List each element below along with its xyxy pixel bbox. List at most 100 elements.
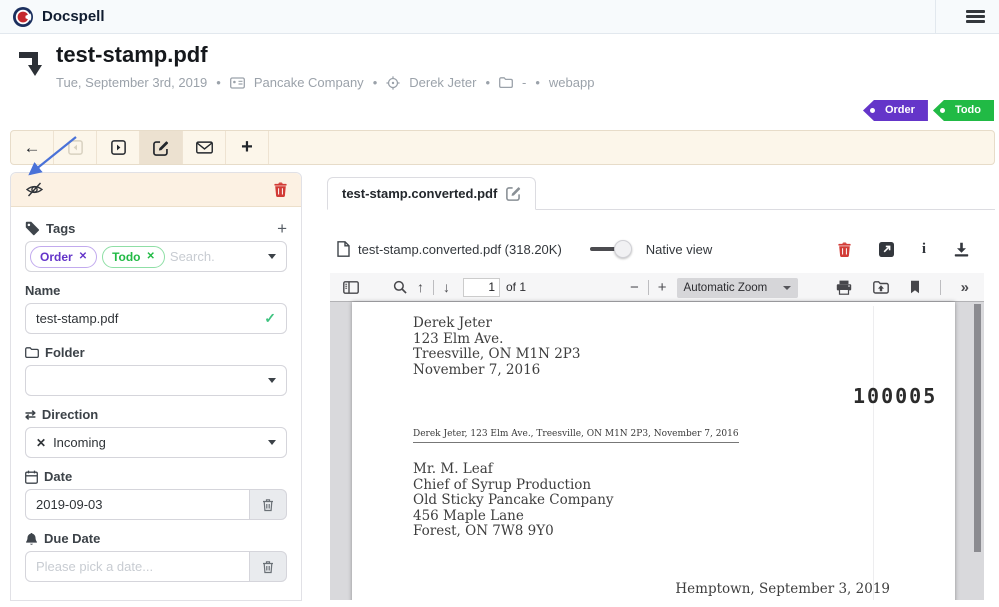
brand[interactable]: Docspell xyxy=(12,6,105,28)
info-icon[interactable]: i xyxy=(922,241,926,258)
native-view-toggle[interactable] xyxy=(590,240,632,258)
due-date-field-label: Due Date xyxy=(25,531,287,546)
delete-attachment-icon[interactable] xyxy=(838,242,851,257)
due-date-input-group xyxy=(25,551,287,582)
crosshair-icon xyxy=(386,76,400,90)
id-card-icon xyxy=(230,77,245,89)
add-tag-button[interactable]: + xyxy=(277,221,287,236)
tags-multiselect[interactable]: Order ✕ Todo ✕ Search. xyxy=(25,241,287,272)
page-number-input[interactable] xyxy=(463,278,500,297)
rename-attachment-icon[interactable] xyxy=(506,186,521,201)
eye-slash-icon[interactable] xyxy=(25,182,44,197)
attachment-actions: i xyxy=(838,241,995,258)
name-field-label: Name xyxy=(25,283,287,298)
chevron-down-icon xyxy=(268,254,276,259)
brand-label: Docspell xyxy=(42,8,105,25)
remove-tag-icon[interactable]: ✕ xyxy=(147,251,155,262)
open-file-icon[interactable] xyxy=(868,281,894,294)
calendar-icon xyxy=(25,470,38,484)
letter-recipient-block: Mr. M. Leaf Chief of Syrup Production Ol… xyxy=(413,462,614,540)
search-icon[interactable] xyxy=(388,280,412,294)
file-icon xyxy=(337,241,350,257)
tags-field-label: Tags + xyxy=(25,221,287,236)
clear-due-date-button[interactable] xyxy=(250,551,287,582)
folder-select[interactable] xyxy=(25,365,287,396)
tag-ribbons: Order Todo xyxy=(863,100,994,121)
attachment-tab[interactable]: test-stamp.converted.pdf xyxy=(327,177,536,210)
item-source: webapp xyxy=(549,75,595,90)
tag-chip-order[interactable]: Order ✕ xyxy=(30,246,97,268)
dot-separator: • xyxy=(373,75,378,90)
level-down-icon xyxy=(16,46,44,90)
folder-icon xyxy=(25,347,39,358)
date-field-label: Date xyxy=(25,469,287,484)
remove-tag-icon[interactable]: ✕ xyxy=(79,251,87,262)
docspell-logo-icon xyxy=(12,6,34,28)
direction-select[interactable]: ✕ Incoming xyxy=(25,427,287,458)
attachment-file: test-stamp.converted.pdf (318.20K) xyxy=(337,241,562,257)
dot-separator: • xyxy=(216,75,221,90)
pdf-toolbar-right: » xyxy=(831,279,976,296)
direction-value: Incoming xyxy=(53,435,106,450)
top-navbar: Docspell xyxy=(0,0,999,34)
tag-ribbon-todo[interactable]: Todo xyxy=(933,100,994,121)
pdf-scrollbar-thumb[interactable] xyxy=(974,304,981,552)
bookmark-icon[interactable] xyxy=(905,280,925,294)
item-meta: Tue, September 3rd, 2019 • Pancake Compa… xyxy=(56,75,594,90)
zoom-in-icon[interactable]: + xyxy=(653,279,672,296)
divider xyxy=(940,280,941,295)
item-header: test-stamp.pdf Tue, September 3rd, 2019 … xyxy=(16,42,594,90)
edit-item-button[interactable] xyxy=(140,131,183,164)
back-button[interactable]: ← xyxy=(11,131,54,164)
chevron-down-icon xyxy=(268,440,276,445)
menu-icon[interactable] xyxy=(966,7,985,25)
attachment-file-label: test-stamp.converted.pdf (318.20K) xyxy=(358,242,562,257)
prev-item-button[interactable] xyxy=(54,131,97,164)
trash-outline-icon xyxy=(262,560,274,574)
open-in-new-window-icon[interactable] xyxy=(879,242,894,257)
tags-search-placeholder: Search. xyxy=(170,249,215,264)
scan-fold-line xyxy=(873,306,874,600)
edit-form-header xyxy=(11,173,301,207)
attachment-header-row: test-stamp.converted.pdf (318.20K) Nativ… xyxy=(337,235,995,263)
delete-item-icon[interactable] xyxy=(274,182,287,197)
zoom-level-select[interactable]: Automatic Zoom xyxy=(677,278,799,298)
letter-sender-block: Derek Jeter 123 Elm Ave. Treesville, ON … xyxy=(413,316,580,378)
download-icon[interactable] xyxy=(954,242,969,257)
correspondent-person: Derek Jeter xyxy=(409,75,476,90)
more-tools-icon[interactable]: » xyxy=(956,279,974,296)
page-count-label: of 1 xyxy=(506,280,526,294)
next-page-icon[interactable]: ↓ xyxy=(438,279,455,295)
letter-dateline: Hemptown, September 3, 2019 xyxy=(675,581,890,597)
correspondent-org: Pancake Company xyxy=(254,75,364,90)
chevron-down-icon xyxy=(783,286,791,290)
caret-square-right-icon xyxy=(111,140,126,155)
previous-page-icon[interactable]: ↑ xyxy=(412,279,429,295)
zoom-controls: − + Automatic Zoom xyxy=(625,273,798,302)
date-field-wrap xyxy=(25,489,250,520)
next-item-button[interactable] xyxy=(97,131,140,164)
tag-ribbon-order[interactable]: Order xyxy=(863,100,928,121)
zoom-out-icon[interactable]: − xyxy=(625,279,644,296)
edit-form-panel: Tags + Order ✕ Todo ✕ Search. Name ✓ xyxy=(10,172,302,601)
name-input[interactable] xyxy=(36,311,264,326)
letter-return-address: Derek Jeter, 123 Elm Ave., Treesville, O… xyxy=(413,429,739,443)
item-date: Tue, September 3rd, 2019 xyxy=(56,75,207,90)
item-toolbar: ← xyxy=(10,130,995,165)
clear-date-button[interactable] xyxy=(250,489,287,520)
sidebar-toggle-icon[interactable] xyxy=(338,281,364,294)
send-mail-button[interactable] xyxy=(183,131,226,164)
due-date-input[interactable] xyxy=(36,559,239,574)
name-field-wrap: ✓ xyxy=(25,303,287,334)
tab-label: test-stamp.converted.pdf xyxy=(342,186,497,201)
chevron-down-icon xyxy=(268,378,276,383)
toggle-knob xyxy=(614,240,632,258)
native-view-label[interactable]: Native view xyxy=(646,242,712,257)
print-icon[interactable] xyxy=(831,280,857,295)
pdf-toolbar: ↑ ↓ of 1 − + Automatic Zoom xyxy=(330,273,984,302)
plus-icon: + xyxy=(241,136,253,159)
date-input[interactable] xyxy=(36,497,239,512)
add-files-button[interactable]: + xyxy=(226,131,269,164)
exchange-icon: ⇄ xyxy=(25,407,36,423)
tag-chip-todo[interactable]: Todo ✕ xyxy=(102,246,165,268)
